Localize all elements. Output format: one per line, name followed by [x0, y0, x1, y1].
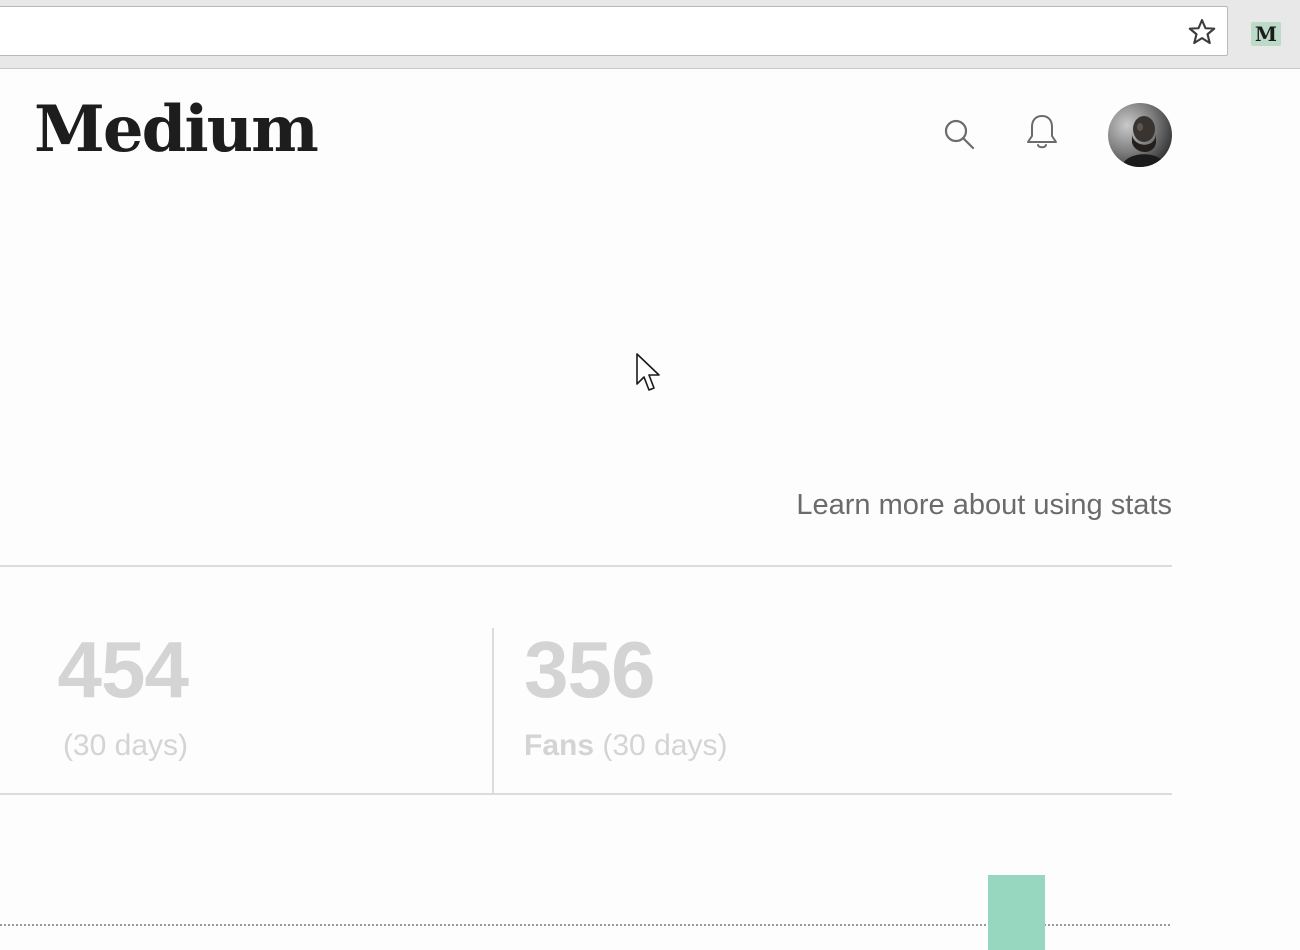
stat-card-fans: 356 Fans (30 days)	[524, 622, 727, 774]
mouse-cursor-icon	[635, 352, 665, 394]
learn-more-stats-link[interactable]: Learn more about using stats	[796, 485, 1172, 525]
stat-label: Fans (30 days)	[524, 729, 728, 762]
stat-column-divider	[492, 628, 494, 794]
avatar[interactable]	[1108, 103, 1172, 167]
screen: M Medium Learn more about using stats 45…	[0, 0, 1300, 950]
stats-top-divider	[0, 565, 1172, 567]
bell-icon[interactable]	[1022, 112, 1062, 152]
chart-bar[interactable]	[988, 875, 1045, 950]
browser-toolbar: M	[0, 0, 1300, 69]
stats-bottom-divider	[0, 793, 1172, 795]
address-bar[interactable]	[0, 6, 1228, 56]
stat-label: (30 days)	[62, 729, 188, 762]
extension-label: M	[1255, 22, 1277, 46]
search-icon[interactable]	[939, 114, 979, 154]
medium-logo[interactable]: Medium	[34, 88, 319, 172]
bookmark-star-icon[interactable]	[1186, 16, 1218, 48]
medium-extension-icon[interactable]: M	[1250, 20, 1282, 48]
stat-card-views: 454 (30 days)	[58, 622, 189, 774]
stat-number: 356	[524, 625, 655, 714]
stat-number: 454	[57, 625, 189, 714]
